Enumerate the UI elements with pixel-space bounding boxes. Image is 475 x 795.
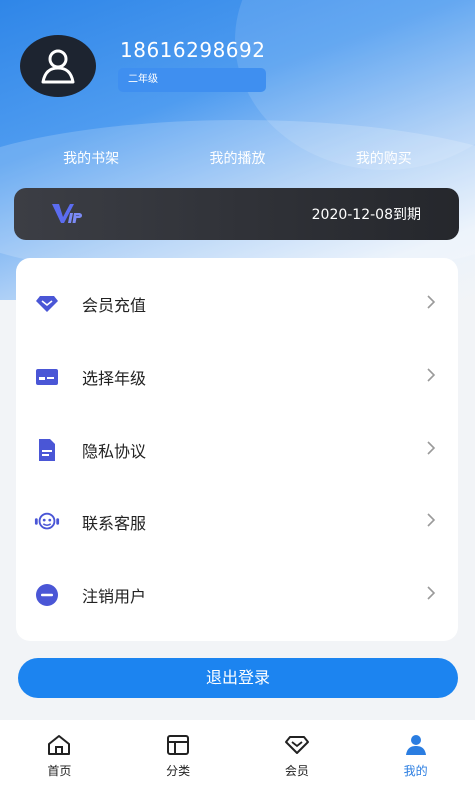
service-robot-icon bbox=[34, 509, 60, 535]
tab-mine[interactable]: 我的 bbox=[356, 720, 475, 795]
home-icon bbox=[48, 735, 71, 755]
chevron-right-icon bbox=[426, 585, 436, 605]
chevron-right-icon bbox=[426, 294, 436, 314]
vip-logo-icon bbox=[52, 204, 82, 223]
grade-badge: 二年级 bbox=[118, 68, 266, 92]
tab-home[interactable]: 首页 bbox=[0, 720, 119, 795]
category-icon bbox=[167, 735, 190, 755]
diamond-icon bbox=[34, 291, 60, 317]
bottom-tab-bar: 首页 分类 会员 我的 bbox=[0, 720, 475, 795]
shortcut-bar: 我的书架 我的播放 我的购买 bbox=[0, 148, 475, 170]
menu-item-label: 会员充值 bbox=[82, 296, 147, 315]
user-phone: 18616298692 bbox=[120, 38, 266, 62]
shortcut-bookshelf[interactable]: 我的书架 bbox=[63, 148, 119, 170]
vip-expire-date: 2020-12-08到期 bbox=[311, 207, 421, 223]
diamond-icon bbox=[284, 736, 309, 754]
avatar[interactable] bbox=[20, 35, 96, 97]
vip-banner[interactable]: 2020-12-08到期 bbox=[14, 188, 459, 240]
user-icon bbox=[405, 735, 426, 755]
tab-label: 我的 bbox=[403, 764, 428, 778]
menu-item-customer-service[interactable]: 联系客服 bbox=[16, 492, 458, 552]
tab-category[interactable]: 分类 bbox=[119, 720, 238, 795]
chevron-right-icon bbox=[426, 440, 436, 460]
menu-item-select-grade[interactable]: 选择年级 bbox=[16, 347, 458, 407]
user-avatar-icon bbox=[41, 49, 75, 84]
menu-item-label: 联系客服 bbox=[82, 514, 147, 533]
menu-item-label: 选择年级 bbox=[82, 369, 147, 388]
chevron-right-icon bbox=[426, 367, 436, 387]
shortcut-purchases[interactable]: 我的购买 bbox=[356, 148, 412, 170]
id-card-icon bbox=[34, 364, 60, 390]
menu-item-privacy[interactable]: 隐私协议 bbox=[16, 420, 458, 480]
menu-item-recharge[interactable]: 会员充值 bbox=[16, 274, 458, 334]
menu-item-label: 隐私协议 bbox=[82, 442, 147, 461]
tab-label: 分类 bbox=[166, 764, 191, 778]
document-icon bbox=[34, 437, 60, 463]
tab-label: 会员 bbox=[284, 764, 309, 778]
menu-item-deregister[interactable]: 注销用户 bbox=[16, 565, 458, 625]
minus-circle-icon bbox=[34, 582, 60, 608]
menu-item-label: 注销用户 bbox=[82, 587, 147, 606]
tab-member[interactable]: 会员 bbox=[238, 720, 357, 795]
shortcut-playback[interactable]: 我的播放 bbox=[209, 148, 265, 170]
tab-label: 首页 bbox=[47, 764, 72, 778]
menu-card: 会员充值 选择年级 隐私协议 联系客服 注销用户 bbox=[16, 258, 458, 641]
chevron-right-icon bbox=[426, 512, 436, 532]
logout-button[interactable]: 退出登录 bbox=[18, 658, 458, 698]
